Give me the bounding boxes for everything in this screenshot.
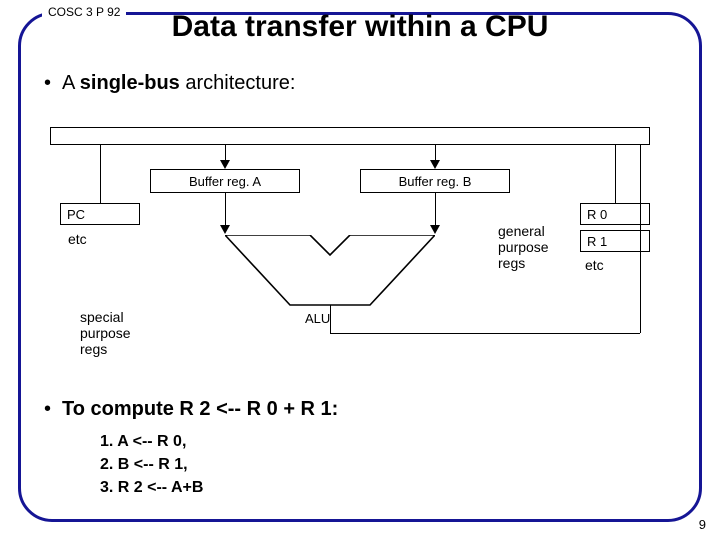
arrow-down-icon <box>430 225 440 234</box>
line <box>330 305 331 333</box>
bus <box>50 127 650 145</box>
alu-label: ALU <box>305 311 330 326</box>
line <box>225 193 226 227</box>
special-regs-label: special purpose regs <box>80 309 131 357</box>
arrow-down-icon <box>220 160 230 169</box>
general-regs-label: general purpose regs <box>498 223 549 271</box>
line <box>615 145 616 203</box>
cpu-diagram: Buffer reg. A Buffer reg. B PC etc R 0 R… <box>50 115 650 355</box>
etc-left: etc <box>68 231 87 247</box>
step-1: 1. A <-- R 0, <box>100 430 203 453</box>
arrow-down-icon <box>430 160 440 169</box>
step-3: 3. R 2 <-- A+B <box>100 476 203 499</box>
line <box>330 333 640 334</box>
line <box>640 145 641 333</box>
line <box>435 193 436 227</box>
step-list: 1. A <-- R 0, 2. B <-- R 1, 3. R 2 <-- A… <box>100 430 203 500</box>
etc-right: etc <box>585 257 604 273</box>
buffer-b: Buffer reg. B <box>360 169 510 193</box>
pc-register: PC <box>60 203 140 225</box>
line <box>100 145 101 203</box>
bullet-architecture: •A single-bus architecture: <box>44 72 295 95</box>
buffer-a: Buffer reg. A <box>150 169 300 193</box>
bullet-compute: •To compute R 2 <-- R 0 + R 1: <box>44 398 338 421</box>
arrow-down-icon <box>220 225 230 234</box>
page-number: 9 <box>699 517 706 532</box>
step-2: 2. B <-- R 1, <box>100 453 203 476</box>
slide-title: Data transfer within a CPU <box>0 10 720 44</box>
